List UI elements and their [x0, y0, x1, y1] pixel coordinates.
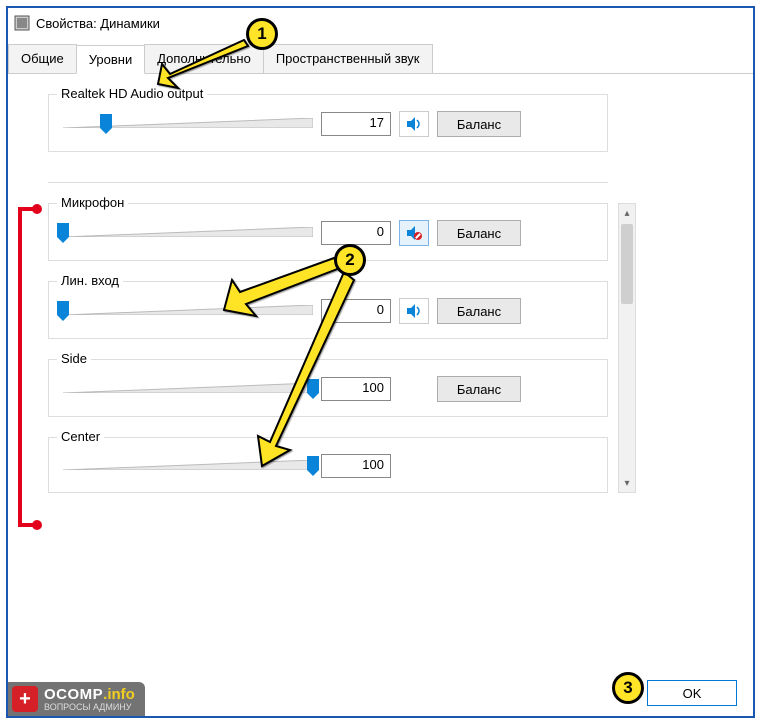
channel-group: Center 100 — [48, 437, 608, 493]
channel-slider[interactable] — [63, 379, 313, 399]
output-slider-thumb[interactable] — [100, 114, 112, 134]
output-label: Realtek HD Audio output — [57, 86, 207, 101]
output-balance-button[interactable]: Баланс — [437, 111, 521, 137]
channel-slider[interactable] — [63, 456, 313, 476]
output-group: Realtek HD Audio output 17 Баланс — [48, 94, 608, 152]
channel-value[interactable]: 100 — [321, 377, 391, 401]
scroll-down-icon[interactable]: ▾ — [619, 474, 635, 492]
tab-spatial[interactable]: Пространственный звук — [263, 44, 433, 73]
scrollbar-thumb[interactable] — [621, 224, 633, 304]
channel-value[interactable]: 0 — [321, 299, 391, 323]
channel-label: Микрофон — [57, 195, 128, 210]
channel-slider-thumb[interactable] — [307, 456, 319, 476]
tab-general[interactable]: Общие — [8, 44, 77, 73]
channel-balance-button[interactable]: Баланс — [437, 220, 521, 246]
channel-group: Микрофон 0 Баланс — [48, 203, 608, 261]
channel-slider[interactable] — [63, 301, 313, 321]
speaker-app-icon — [14, 15, 30, 31]
channel-group: Лин. вход 0 Баланс — [48, 281, 608, 339]
channel-value[interactable]: 100 — [321, 454, 391, 478]
output-value[interactable]: 17 — [321, 112, 391, 136]
annotation-marker-3: 3 — [612, 672, 644, 704]
channel-balance-button[interactable]: Баланс — [437, 298, 521, 324]
channel-slider[interactable] — [63, 223, 313, 243]
watermark-plus-icon: + — [12, 686, 38, 712]
watermark-sub: ВОПРОСЫ АДМИНУ — [44, 703, 135, 712]
channel-label: Лин. вход — [57, 273, 123, 288]
tab-levels[interactable]: Уровни — [76, 45, 145, 74]
channels-area: Микрофон 0 Баланс Лин. вход — [48, 203, 608, 493]
output-slider[interactable] — [63, 114, 313, 134]
titlebar: Свойства: Динамики — [8, 8, 753, 38]
scroll-up-icon[interactable]: ▴ — [619, 204, 635, 222]
channel-group: Side 100 Баланс — [48, 359, 608, 417]
channel-slider-thumb[interactable] — [57, 301, 69, 321]
watermark: + OCOMP.info ВОПРОСЫ АДМИНУ — [8, 682, 145, 716]
tab-strip: Общие Уровни Дополнительно Пространствен… — [8, 44, 753, 74]
dialog-buttons: OK — [647, 680, 737, 706]
channel-mute-toggle[interactable] — [399, 298, 429, 324]
watermark-suffix: .info — [103, 686, 135, 703]
tab-advanced[interactable]: Дополнительно — [144, 44, 264, 73]
properties-window: Свойства: Динамики Общие Уровни Дополнит… — [6, 6, 755, 718]
channels-scrollbar[interactable]: ▴ ▾ — [618, 203, 636, 493]
annotation-bracket — [18, 207, 36, 527]
channel-slider-thumb[interactable] — [57, 223, 69, 243]
channel-value[interactable]: 0 — [321, 221, 391, 245]
tab-content: Realtek HD Audio output 17 Баланс — [8, 74, 753, 493]
channel-balance-button[interactable]: Баланс — [437, 376, 521, 402]
window-title: Свойства: Динамики — [36, 16, 160, 31]
channel-label: Center — [57, 429, 104, 444]
ok-button[interactable]: OK — [647, 680, 737, 706]
channel-slider-thumb[interactable] — [307, 379, 319, 399]
channel-mute-toggle[interactable] — [399, 220, 429, 246]
watermark-brand: OCOMP — [44, 686, 103, 703]
separator — [48, 182, 608, 183]
channel-label: Side — [57, 351, 91, 366]
output-mute-toggle[interactable] — [399, 111, 429, 137]
